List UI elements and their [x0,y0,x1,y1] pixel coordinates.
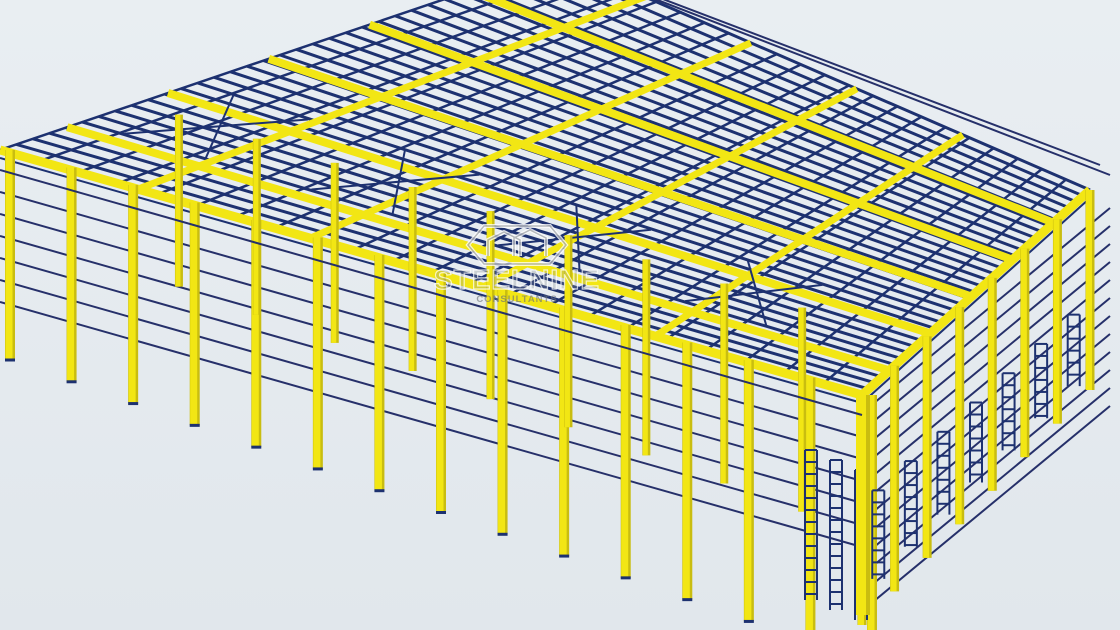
model-viewport[interactable]: STEELNINE CONSULTANTS [0,0,1120,630]
steel-frame-model[interactable] [0,0,1120,630]
